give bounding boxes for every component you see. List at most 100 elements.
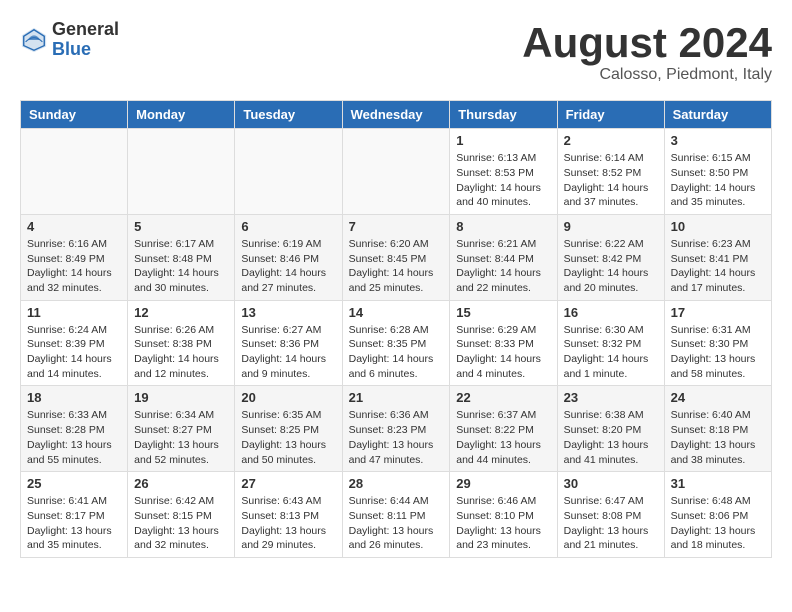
day-info: Sunrise: 6:47 AMSunset: 8:08 PMDaylight:… — [564, 494, 658, 553]
day-number: 18 — [27, 390, 121, 405]
day-info: Sunrise: 6:20 AMSunset: 8:45 PMDaylight:… — [349, 237, 444, 296]
day-info: Sunrise: 6:19 AMSunset: 8:46 PMDaylight:… — [241, 237, 335, 296]
day-number: 10 — [671, 219, 765, 234]
calendar-cell: 21Sunrise: 6:36 AMSunset: 8:23 PMDayligh… — [342, 386, 450, 472]
day-number: 31 — [671, 476, 765, 491]
weekday-header-thursday: Thursday — [450, 101, 557, 129]
calendar-cell: 10 Sunrise: 6:23 AMSunset: 8:41 PMDayligh… — [664, 214, 771, 300]
day-number: 8 — [456, 219, 550, 234]
calendar-cell: 17Sunrise: 6:31 AMSunset: 8:30 PMDayligh… — [664, 300, 771, 386]
weekday-header-friday: Friday — [557, 101, 664, 129]
week-row-5: 25 Sunrise: 6:41 AMSunset: 8:17 PMDayligh… — [21, 472, 772, 558]
page-header: General Blue August 2024 Calosso, Piedmo… — [20, 20, 772, 84]
weekday-header-row: SundayMondayTuesdayWednesdayThursdayFrid… — [21, 101, 772, 129]
month-title: August 2024 — [522, 20, 772, 66]
day-number: 26 — [134, 476, 228, 491]
calendar-cell: 30 Sunrise: 6:47 AMSunset: 8:08 PMDayligh… — [557, 472, 664, 558]
calendar-cell: 22 Sunrise: 6:37 AMSunset: 8:22 PMDayligh… — [450, 386, 557, 472]
day-number: 1 — [456, 133, 550, 148]
day-info: Sunrise: 6:33 AMSunset: 8:28 PMDaylight:… — [27, 408, 121, 467]
day-number: 27 — [241, 476, 335, 491]
calendar-cell: 14 Sunrise: 6:28 AMSunset: 8:35 PMDayligh… — [342, 300, 450, 386]
day-number: 22 — [456, 390, 550, 405]
day-number: 13 — [241, 305, 335, 320]
day-number: 9 — [564, 219, 658, 234]
day-info: Sunrise: 6:34 AMSunset: 8:27 PMDaylight:… — [134, 408, 228, 467]
day-info: Sunrise: 6:17 AMSunset: 8:48 PMDaylight:… — [134, 237, 228, 296]
week-row-2: 4 Sunrise: 6:16 AMSunset: 8:49 PMDaylight… — [21, 214, 772, 300]
calendar-cell: 11 Sunrise: 6:24 AMSunset: 8:39 PMDayligh… — [21, 300, 128, 386]
calendar-cell: 4 Sunrise: 6:16 AMSunset: 8:49 PMDaylight… — [21, 214, 128, 300]
day-number: 11 — [27, 305, 121, 320]
calendar-cell: 31 Sunrise: 6:48 AMSunset: 8:06 PMDayligh… — [664, 472, 771, 558]
day-info: Sunrise: 6:27 AMSunset: 8:36 PMDaylight:… — [241, 323, 335, 382]
day-number: 25 — [27, 476, 121, 491]
calendar-cell: 29Sunrise: 6:46 AMSunset: 8:10 PMDayligh… — [450, 472, 557, 558]
day-number: 2 — [564, 133, 658, 148]
day-info: Sunrise: 6:35 AMSunset: 8:25 PMDaylight:… — [241, 408, 335, 467]
calendar-cell: 27Sunrise: 6:43 AMSunset: 8:13 PMDayligh… — [235, 472, 342, 558]
calendar-cell: 6Sunrise: 6:19 AMSunset: 8:46 PMDaylight… — [235, 214, 342, 300]
calendar-cell: 28 Sunrise: 6:44 AMSunset: 8:11 PMDayligh… — [342, 472, 450, 558]
calendar-table: SundayMondayTuesdayWednesdayThursdayFrid… — [20, 100, 772, 558]
logo-blue: Blue — [52, 40, 119, 60]
day-info: Sunrise: 6:48 AMSunset: 8:06 PMDaylight:… — [671, 494, 765, 553]
day-number: 23 — [564, 390, 658, 405]
calendar-cell — [128, 129, 235, 215]
day-info: Sunrise: 6:37 AMSunset: 8:22 PMDaylight:… — [456, 408, 550, 467]
weekday-header-sunday: Sunday — [21, 101, 128, 129]
weekday-header-monday: Monday — [128, 101, 235, 129]
calendar-cell: 13 Sunrise: 6:27 AMSunset: 8:36 PMDayligh… — [235, 300, 342, 386]
calendar-cell: 7 Sunrise: 6:20 AMSunset: 8:45 PMDaylight… — [342, 214, 450, 300]
day-number: 4 — [27, 219, 121, 234]
title-section: August 2024 Calosso, Piedmont, Italy — [522, 20, 772, 84]
day-info: Sunrise: 6:22 AMSunset: 8:42 PMDaylight:… — [564, 237, 658, 296]
calendar-cell: 16 Sunrise: 6:30 AMSunset: 8:32 PMDayligh… — [557, 300, 664, 386]
day-number: 19 — [134, 390, 228, 405]
day-info: Sunrise: 6:24 AMSunset: 8:39 PMDaylight:… — [27, 323, 121, 382]
calendar-cell: 18 Sunrise: 6:33 AMSunset: 8:28 PMDayligh… — [21, 386, 128, 472]
day-number: 12 — [134, 305, 228, 320]
calendar-cell: 25 Sunrise: 6:41 AMSunset: 8:17 PMDayligh… — [21, 472, 128, 558]
calendar-cell: 12Sunrise: 6:26 AMSunset: 8:38 PMDayligh… — [128, 300, 235, 386]
location: Calosso, Piedmont, Italy — [522, 66, 772, 84]
day-info: Sunrise: 6:41 AMSunset: 8:17 PMDaylight:… — [27, 494, 121, 553]
logo-text: General Blue — [52, 20, 119, 60]
day-number: 30 — [564, 476, 658, 491]
calendar-cell: 5 Sunrise: 6:17 AMSunset: 8:48 PMDaylight… — [128, 214, 235, 300]
day-info: Sunrise: 6:42 AMSunset: 8:15 PMDaylight:… — [134, 494, 228, 553]
calendar-cell: 8Sunrise: 6:21 AMSunset: 8:44 PMDaylight… — [450, 214, 557, 300]
calendar-cell: 3Sunrise: 6:15 AMSunset: 8:50 PMDaylight… — [664, 129, 771, 215]
day-info: Sunrise: 6:23 AMSunset: 8:41 PMDaylight:… — [671, 237, 765, 296]
calendar-cell — [235, 129, 342, 215]
day-number: 14 — [349, 305, 444, 320]
weekday-header-tuesday: Tuesday — [235, 101, 342, 129]
day-info: Sunrise: 6:40 AMSunset: 8:18 PMDaylight:… — [671, 408, 765, 467]
day-info: Sunrise: 6:28 AMSunset: 8:35 PMDaylight:… — [349, 323, 444, 382]
calendar-cell — [21, 129, 128, 215]
week-row-4: 18 Sunrise: 6:33 AMSunset: 8:28 PMDayligh… — [21, 386, 772, 472]
logo-general: General — [52, 20, 119, 40]
calendar-cell: 24 Sunrise: 6:40 AMSunset: 8:18 PMDayligh… — [664, 386, 771, 472]
day-info: Sunrise: 6:44 AMSunset: 8:11 PMDaylight:… — [349, 494, 444, 553]
day-number: 3 — [671, 133, 765, 148]
calendar-cell: 20Sunrise: 6:35 AMSunset: 8:25 PMDayligh… — [235, 386, 342, 472]
day-info: Sunrise: 6:38 AMSunset: 8:20 PMDaylight:… — [564, 408, 658, 467]
day-info: Sunrise: 6:16 AMSunset: 8:49 PMDaylight:… — [27, 237, 121, 296]
day-number: 28 — [349, 476, 444, 491]
calendar-cell: 2 Sunrise: 6:14 AMSunset: 8:52 PMDaylight… — [557, 129, 664, 215]
day-number: 21 — [349, 390, 444, 405]
day-number: 7 — [349, 219, 444, 234]
calendar-cell: 9 Sunrise: 6:22 AMSunset: 8:42 PMDaylight… — [557, 214, 664, 300]
day-number: 24 — [671, 390, 765, 405]
calendar-cell: 15Sunrise: 6:29 AMSunset: 8:33 PMDayligh… — [450, 300, 557, 386]
day-number: 5 — [134, 219, 228, 234]
week-row-1: 1 Sunrise: 6:13 AMSunset: 8:53 PMDaylight… — [21, 129, 772, 215]
weekday-header-saturday: Saturday — [664, 101, 771, 129]
day-info: Sunrise: 6:30 AMSunset: 8:32 PMDaylight:… — [564, 323, 658, 382]
day-info: Sunrise: 6:29 AMSunset: 8:33 PMDaylight:… — [456, 323, 550, 382]
day-info: Sunrise: 6:14 AMSunset: 8:52 PMDaylight:… — [564, 151, 658, 210]
calendar-cell: 1 Sunrise: 6:13 AMSunset: 8:53 PMDaylight… — [450, 129, 557, 215]
day-number: 16 — [564, 305, 658, 320]
day-info: Sunrise: 6:13 AMSunset: 8:53 PMDaylight:… — [456, 151, 550, 210]
